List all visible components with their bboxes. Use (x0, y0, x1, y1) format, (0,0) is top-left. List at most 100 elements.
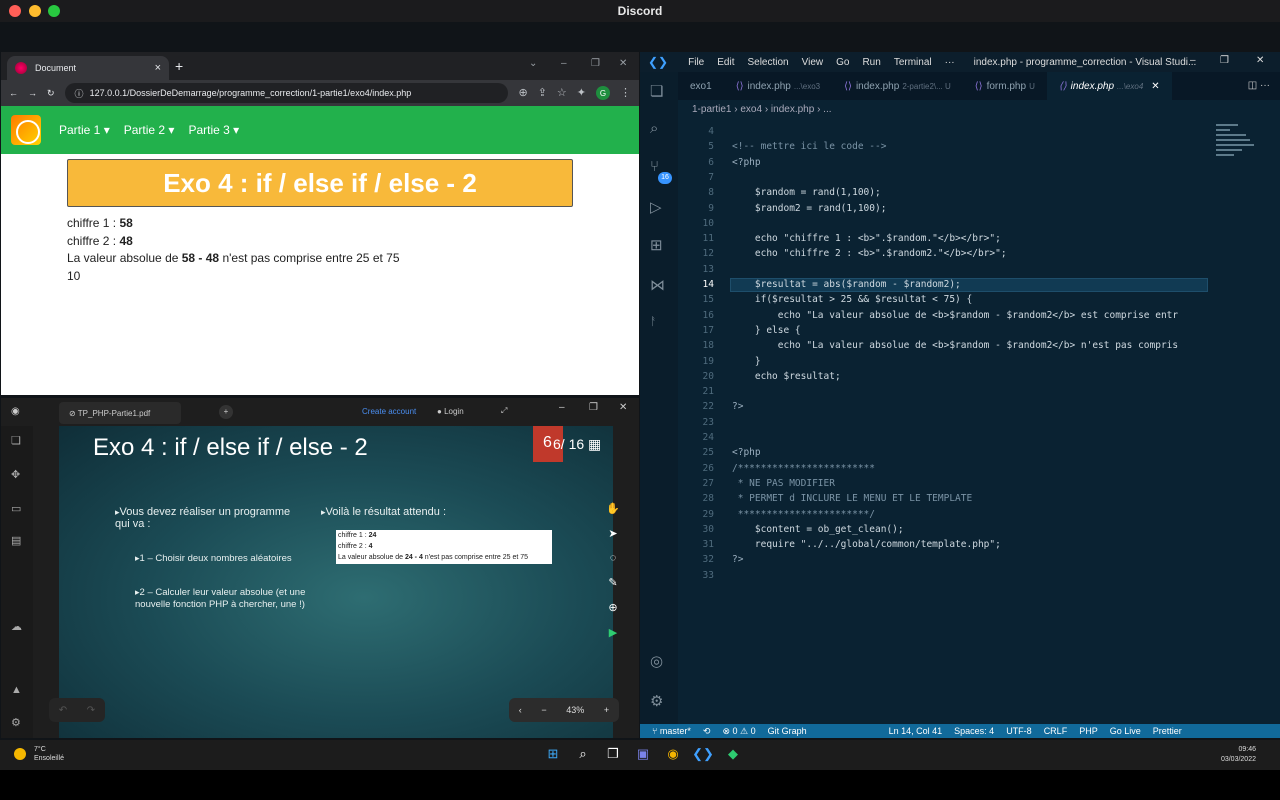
keyboard-icon[interactable]: ▭ (11, 502, 21, 515)
sync-icon[interactable]: ⟲ (703, 726, 711, 737)
login-button[interactable]: ● Login (437, 407, 464, 416)
code-editor[interactable]: 4 5 <!-- mettre ici le code --> 6 <?php 7 8 $r… (678, 122, 1210, 724)
undo-icon[interactable]: ↶ (59, 705, 67, 716)
restore-window-icon[interactable]: ❐ (591, 58, 600, 69)
teams-icon[interactable]: ▣ (634, 745, 652, 763)
split-editor-icon[interactable]: ◫ ··· (1238, 72, 1280, 100)
menu-view[interactable]: View (802, 57, 824, 68)
task-view-icon[interactable]: ❐ (604, 745, 622, 763)
manage-gear-icon[interactable]: ⚙ (650, 692, 663, 710)
source-control-icon[interactable]: ⑂ (650, 158, 659, 175)
close-button[interactable] (9, 5, 21, 17)
menu-file[interactable]: File (688, 57, 704, 68)
pdf-tab[interactable]: ⊘ TP_PHP-Partie1.pdf (59, 402, 181, 424)
tab-index-exo3[interactable]: ⟨⟩ index.php ...\exo3 (724, 72, 832, 100)
encoding-status[interactable]: UTF-8 (1006, 726, 1032, 736)
minimize-button[interactable] (29, 5, 41, 17)
profile-avatar[interactable]: G (596, 86, 610, 100)
close-window-icon[interactable]: ✕ (619, 58, 627, 69)
indent-status[interactable]: Spaces: 4 (954, 726, 994, 736)
hand-icon[interactable]: ✋ (606, 502, 620, 515)
menu-more[interactable]: ··· (945, 57, 955, 68)
tab-index-exo4[interactable]: ⟨⟩ index.php ...\exo4 ✕ (1046, 72, 1172, 100)
grid-view-icon[interactable]: ▦ (588, 436, 601, 452)
breadcrumb[interactable]: 1-partie1 › exo4 › index.php › ... (692, 104, 832, 115)
weather-widget[interactable]: 7°C Ensoleillé (14, 745, 64, 763)
zoom-in-icon[interactable]: + (604, 705, 609, 715)
run-debug-icon[interactable]: ▷ (650, 198, 662, 216)
menu-go[interactable]: Go (836, 57, 849, 68)
chrome-icon[interactable]: ◉ (664, 745, 682, 763)
zoom-out-icon[interactable]: − (541, 705, 546, 715)
vs-close-icon[interactable]: ✕ (1256, 55, 1264, 66)
redo-icon[interactable]: ↷ (87, 705, 95, 716)
vscode-taskbar-icon[interactable]: ❮❯ (692, 745, 714, 763)
vs-restore-icon[interactable]: ❐ (1220, 55, 1229, 66)
minimize-window-icon[interactable]: – (561, 58, 567, 69)
settings-icon[interactable]: ⚙ (11, 716, 21, 729)
menu-terminal[interactable]: Terminal (894, 57, 932, 68)
reload-icon[interactable]: ↻ (47, 88, 55, 99)
problems-status[interactable]: ⊗ 0 ⚠ 0 (722, 726, 755, 737)
nav-partie-3[interactable]: Partie 3 (188, 123, 239, 137)
app-taskbar-icon[interactable]: ◆ (724, 745, 742, 763)
minimap[interactable] (1214, 122, 1274, 182)
git-graph-status[interactable]: Git Graph (768, 726, 807, 736)
extensions-icon[interactable]: ⊞ (650, 236, 663, 254)
branch-status[interactable]: ⑂ master* (652, 726, 691, 736)
archive-icon[interactable]: ▤ (11, 534, 21, 547)
start-icon[interactable]: ⊞ (544, 745, 562, 763)
misc-icon[interactable]: ᚨ (650, 316, 657, 328)
close-tab-icon[interactable]: × (155, 62, 161, 74)
expand-icon[interactable]: ⤢ (501, 406, 507, 416)
search-icon[interactable]: ⌕ (650, 120, 658, 137)
pdf-close-icon[interactable]: ✕ (619, 402, 627, 413)
url-field[interactable]: ⓘ 127.0.0.1/DossierDeDemarrage/programme… (64, 83, 509, 103)
prettier-status[interactable]: Prettier (1153, 726, 1182, 736)
zoom-icon[interactable]: ⊕ (518, 86, 527, 100)
forward-icon[interactable]: → (28, 88, 37, 98)
menu-selection[interactable]: Selection (747, 57, 788, 68)
pdf-minimize-icon[interactable]: – (559, 402, 565, 413)
play-icon[interactable]: ▶ (609, 626, 617, 639)
pointer-icon[interactable]: ➤ (608, 527, 617, 540)
tab-index-partie2[interactable]: ⟨⟩ index.php 2-partie2\... U (832, 72, 963, 100)
clock[interactable]: 09:46 03/03/2022 (1221, 745, 1256, 765)
vs-minimize-icon[interactable]: – (1190, 55, 1196, 66)
golive-status[interactable]: Go Live (1110, 726, 1141, 736)
zoom-level[interactable]: 43% (566, 705, 584, 715)
search-taskbar-icon[interactable]: ⌕ (574, 745, 592, 763)
menu-run[interactable]: Run (862, 57, 880, 68)
create-account-link[interactable]: Create account (362, 407, 416, 416)
binoculars-icon[interactable]: ✥ (11, 468, 20, 481)
browser-tab[interactable]: Document × (7, 56, 169, 80)
site-logo[interactable] (11, 115, 41, 145)
tab-form[interactable]: ⟨⟩ form.php U (963, 72, 1047, 100)
nav-partie-2[interactable]: Partie 2 (124, 123, 175, 137)
pdf-restore-icon[interactable]: ❐ (589, 402, 598, 413)
close-tab-icon[interactable]: ✕ (1151, 81, 1159, 92)
pen-icon[interactable]: ✎ (608, 576, 617, 589)
cursor-position-status[interactable]: Ln 14, Col 41 (889, 726, 943, 736)
prev-page-icon[interactable]: ‹ (519, 705, 522, 715)
tab-search-icon[interactable]: ⌄ (529, 58, 537, 69)
account-icon[interactable]: ◎ (650, 652, 663, 670)
graduation-icon[interactable]: ▲ (11, 684, 22, 696)
new-tab-button[interactable]: + (175, 58, 183, 74)
menu-edit[interactable]: Edit (717, 57, 734, 68)
extensions-icon[interactable]: ✦ (577, 86, 586, 100)
files-icon[interactable]: ❏ (11, 434, 21, 447)
lasso-icon[interactable]: ◌ (610, 552, 617, 564)
bookmark-star-icon[interactable]: ☆ (557, 86, 567, 100)
maximize-button[interactable] (48, 5, 60, 17)
eol-status[interactable]: CRLF (1044, 726, 1068, 736)
language-status[interactable]: PHP (1079, 726, 1098, 736)
nav-partie-1[interactable]: Partie 1 (59, 123, 110, 137)
share-icon[interactable]: ⇪ (538, 86, 547, 100)
add-tab-button[interactable]: + (219, 405, 233, 419)
explorer-icon[interactable]: ❏ (650, 82, 663, 100)
remote-icon[interactable]: ⋈ (650, 276, 665, 294)
cloud-icon[interactable]: ☁ (11, 620, 22, 633)
add-icon[interactable]: ⊕ (608, 601, 617, 614)
browser-menu-icon[interactable]: ⋮ (620, 86, 631, 100)
